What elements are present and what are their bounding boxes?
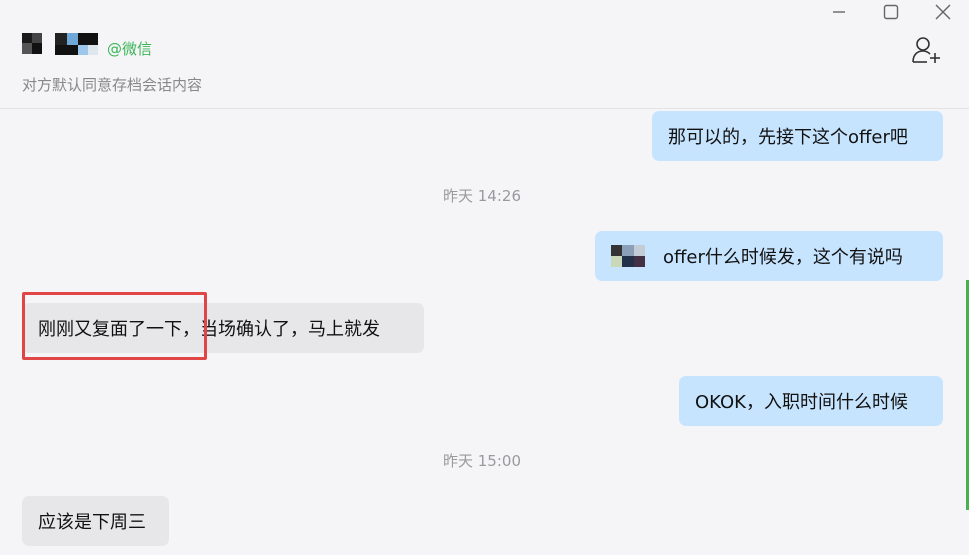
redacted-mention (611, 245, 645, 267)
redacted-contact-name (22, 33, 100, 59)
window-controls (813, 0, 969, 24)
timestamp: 昨天 14:26 (443, 187, 521, 205)
message-text: offer什么时候发，这个有说吗 (663, 247, 903, 268)
message-bubble-other[interactable]: 应该是下周三 (22, 496, 169, 546)
close-icon[interactable] (917, 0, 969, 24)
message-bubble-self[interactable]: OKOK，入职时间什么时候 (679, 376, 943, 426)
maximize-icon[interactable] (865, 0, 917, 24)
message-bubble-self[interactable]: offer什么时候发，这个有说吗 (595, 231, 943, 281)
message-bubble-self[interactable]: 那可以的，先接下这个offer吧 (652, 111, 943, 161)
message-text: OKOK，入职时间什么时候 (695, 392, 908, 413)
message-bubble-other[interactable]: 刚刚又复面了一下，当场确认了，马上就发 (22, 303, 424, 353)
add-user-icon[interactable] (911, 35, 943, 65)
contact-source-label: @微信 (107, 40, 153, 58)
message-text: 应该是下周三 (38, 512, 146, 533)
message-text: 那可以的，先接下这个offer吧 (668, 127, 908, 148)
timestamp: 昨天 15:00 (443, 452, 521, 470)
chat-header: @微信 对方默认同意存档会话内容 (0, 0, 969, 109)
minimize-icon[interactable] (813, 0, 865, 24)
message-text: 刚刚又复面了一下，当场确认了，马上就发 (38, 319, 380, 340)
archive-notice: 对方默认同意存档会话内容 (22, 76, 203, 94)
chat-window: @微信 对方默认同意存档会话内容 那可以的，先接下这个offer吧 昨天 14:… (0, 0, 969, 555)
